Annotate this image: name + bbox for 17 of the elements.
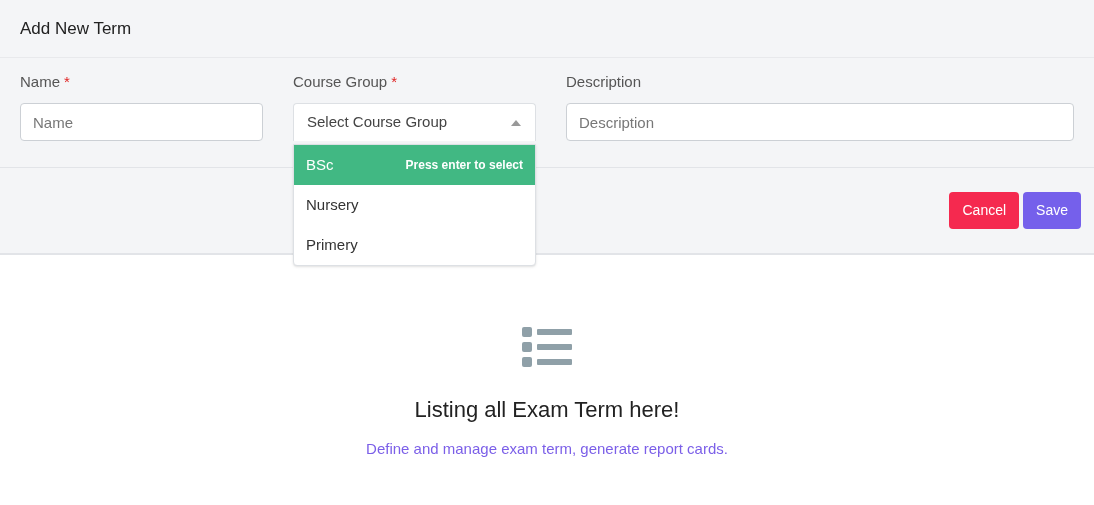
empty-state-title: Listing all Exam Term here! — [414, 396, 680, 424]
field-label: Name — [20, 71, 60, 92]
list-icon — [522, 327, 572, 367]
field-label: Description — [566, 71, 642, 92]
required-mark: * — [64, 71, 70, 92]
dropdown-option[interactable]: Primery — [294, 225, 535, 265]
text-field[interactable]: Description — [566, 103, 1074, 141]
save-button[interactable]: Save — [1023, 192, 1081, 229]
cancel-button[interactable]: Cancel — [949, 192, 1020, 229]
dropdown-option[interactable]: Nursery — [294, 185, 535, 225]
select-field[interactable]: Select Course Group — [293, 103, 536, 141]
field-label: Course Group — [293, 71, 388, 92]
empty-state-description: Define and manage exam term, generate report cards. — [366, 439, 728, 459]
required-mark: * — [391, 71, 398, 92]
page-title: Add New Term — [20, 17, 132, 40]
text-field[interactable]: Name — [20, 103, 263, 141]
caret-icon — [511, 119, 521, 126]
